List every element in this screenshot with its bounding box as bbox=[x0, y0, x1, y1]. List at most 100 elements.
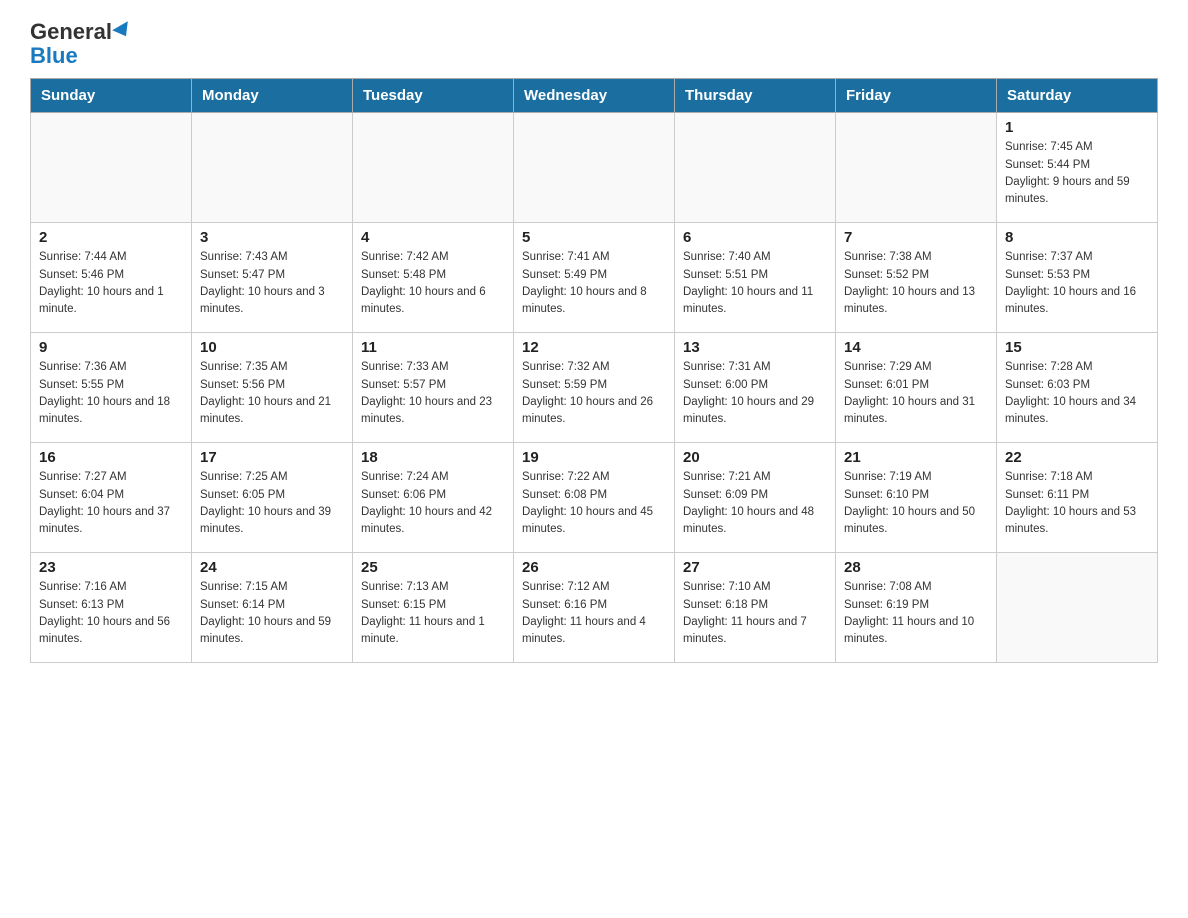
calendar-cell: 2 Sunrise: 7:44 AMSunset: 5:46 PMDaylight… bbox=[31, 223, 192, 333]
header-sunday: Sunday bbox=[31, 79, 192, 113]
day-number: 23 bbox=[39, 559, 183, 576]
day-number: 19 bbox=[522, 449, 666, 466]
header-friday: Friday bbox=[836, 79, 997, 113]
day-info: Sunrise: 7:12 AMSunset: 6:16 PMDaylight:… bbox=[522, 579, 666, 648]
day-number: 4 bbox=[361, 229, 505, 246]
calendar-cell bbox=[192, 113, 353, 223]
day-info: Sunrise: 7:45 AMSunset: 5:44 PMDaylight:… bbox=[1005, 139, 1149, 208]
calendar-cell: 12 Sunrise: 7:32 AMSunset: 5:59 PMDayligh… bbox=[514, 333, 675, 443]
header-tuesday: Tuesday bbox=[353, 79, 514, 113]
day-info: Sunrise: 7:43 AMSunset: 5:47 PMDaylight:… bbox=[200, 249, 344, 318]
week-row-5: 23 Sunrise: 7:16 AMSunset: 6:13 PMDayligh… bbox=[31, 553, 1158, 663]
logo-general: General bbox=[30, 20, 132, 44]
calendar-cell bbox=[31, 113, 192, 223]
day-info: Sunrise: 7:15 AMSunset: 6:14 PMDaylight:… bbox=[200, 579, 344, 648]
week-row-4: 16Sunrise: 7:27 AMSunset: 6:04 PMDayligh… bbox=[31, 443, 1158, 553]
calendar-cell: 27 Sunrise: 7:10 AMSunset: 6:18 PMDayligh… bbox=[675, 553, 836, 663]
day-info: Sunrise: 7:18 AMSunset: 6:11 PMDaylight:… bbox=[1005, 469, 1149, 538]
day-info: Sunrise: 7:40 AMSunset: 5:51 PMDaylight:… bbox=[683, 249, 827, 318]
day-info: Sunrise: 7:24 AMSunset: 6:06 PMDaylight:… bbox=[361, 469, 505, 538]
calendar-cell: 10 Sunrise: 7:35 AMSunset: 5:56 PMDayligh… bbox=[192, 333, 353, 443]
calendar-cell bbox=[675, 113, 836, 223]
calendar-cell: 11 Sunrise: 7:33 AMSunset: 5:57 PMDayligh… bbox=[353, 333, 514, 443]
calendar-cell: 25 Sunrise: 7:13 AMSunset: 6:15 PMDayligh… bbox=[353, 553, 514, 663]
day-info: Sunrise: 7:28 AMSunset: 6:03 PMDaylight:… bbox=[1005, 359, 1149, 428]
calendar-cell: 17 Sunrise: 7:25 AMSunset: 6:05 PMDayligh… bbox=[192, 443, 353, 553]
day-info: Sunrise: 7:44 AMSunset: 5:46 PMDaylight:… bbox=[39, 249, 183, 318]
calendar-cell bbox=[353, 113, 514, 223]
day-number: 27 bbox=[683, 559, 827, 576]
day-info: Sunrise: 7:29 AMSunset: 6:01 PMDaylight:… bbox=[844, 359, 988, 428]
calendar-header-row: SundayMondayTuesdayWednesdayThursdayFrid… bbox=[31, 79, 1158, 113]
calendar-cell: 26 Sunrise: 7:12 AMSunset: 6:16 PMDayligh… bbox=[514, 553, 675, 663]
day-info: Sunrise: 7:42 AMSunset: 5:48 PMDaylight:… bbox=[361, 249, 505, 318]
day-number: 22 bbox=[1005, 449, 1149, 466]
calendar-cell: 4 Sunrise: 7:42 AMSunset: 5:48 PMDaylight… bbox=[353, 223, 514, 333]
calendar-cell: 5 Sunrise: 7:41 AMSunset: 5:49 PMDaylight… bbox=[514, 223, 675, 333]
day-info: Sunrise: 7:10 AMSunset: 6:18 PMDaylight:… bbox=[683, 579, 827, 648]
logo: General Blue bbox=[30, 20, 132, 68]
day-number: 17 bbox=[200, 449, 344, 466]
calendar-cell: 15 Sunrise: 7:28 AMSunset: 6:03 PMDayligh… bbox=[997, 333, 1158, 443]
day-info: Sunrise: 7:25 AMSunset: 6:05 PMDaylight:… bbox=[200, 469, 344, 538]
calendar-cell bbox=[836, 113, 997, 223]
calendar-cell: 3Sunrise: 7:43 AMSunset: 5:47 PMDaylight… bbox=[192, 223, 353, 333]
day-info: Sunrise: 7:31 AMSunset: 6:00 PMDaylight:… bbox=[683, 359, 827, 428]
day-number: 20 bbox=[683, 449, 827, 466]
week-row-2: 2 Sunrise: 7:44 AMSunset: 5:46 PMDaylight… bbox=[31, 223, 1158, 333]
day-number: 28 bbox=[844, 559, 988, 576]
day-number: 16 bbox=[39, 449, 183, 466]
day-number: 12 bbox=[522, 339, 666, 356]
day-number: 9 bbox=[39, 339, 183, 356]
header-monday: Monday bbox=[192, 79, 353, 113]
day-number: 2 bbox=[39, 229, 183, 246]
calendar-cell: 8 Sunrise: 7:37 AMSunset: 5:53 PMDaylight… bbox=[997, 223, 1158, 333]
day-number: 8 bbox=[1005, 229, 1149, 246]
header-thursday: Thursday bbox=[675, 79, 836, 113]
calendar-cell: 9 Sunrise: 7:36 AMSunset: 5:55 PMDaylight… bbox=[31, 333, 192, 443]
calendar-table: SundayMondayTuesdayWednesdayThursdayFrid… bbox=[30, 78, 1158, 663]
day-info: Sunrise: 7:41 AMSunset: 5:49 PMDaylight:… bbox=[522, 249, 666, 318]
calendar-cell: 18 Sunrise: 7:24 AMSunset: 6:06 PMDayligh… bbox=[353, 443, 514, 553]
logo-arrow-icon bbox=[112, 21, 134, 40]
week-row-3: 9 Sunrise: 7:36 AMSunset: 5:55 PMDaylight… bbox=[31, 333, 1158, 443]
day-number: 26 bbox=[522, 559, 666, 576]
day-info: Sunrise: 7:13 AMSunset: 6:15 PMDaylight:… bbox=[361, 579, 505, 648]
day-info: Sunrise: 7:37 AMSunset: 5:53 PMDaylight:… bbox=[1005, 249, 1149, 318]
calendar-cell: 20Sunrise: 7:21 AMSunset: 6:09 PMDayligh… bbox=[675, 443, 836, 553]
header-saturday: Saturday bbox=[997, 79, 1158, 113]
day-number: 5 bbox=[522, 229, 666, 246]
day-number: 7 bbox=[844, 229, 988, 246]
day-info: Sunrise: 7:33 AMSunset: 5:57 PMDaylight:… bbox=[361, 359, 505, 428]
calendar-cell: 7 Sunrise: 7:38 AMSunset: 5:52 PMDaylight… bbox=[836, 223, 997, 333]
day-info: Sunrise: 7:32 AMSunset: 5:59 PMDaylight:… bbox=[522, 359, 666, 428]
day-info: Sunrise: 7:08 AMSunset: 6:19 PMDaylight:… bbox=[844, 579, 988, 648]
day-number: 15 bbox=[1005, 339, 1149, 356]
day-info: Sunrise: 7:22 AMSunset: 6:08 PMDaylight:… bbox=[522, 469, 666, 538]
day-number: 10 bbox=[200, 339, 344, 356]
calendar-cell bbox=[997, 553, 1158, 663]
calendar-cell: 13 Sunrise: 7:31 AMSunset: 6:00 PMDayligh… bbox=[675, 333, 836, 443]
day-number: 13 bbox=[683, 339, 827, 356]
calendar-cell: 19 Sunrise: 7:22 AMSunset: 6:08 PMDayligh… bbox=[514, 443, 675, 553]
calendar-cell: 1 Sunrise: 7:45 AMSunset: 5:44 PMDaylight… bbox=[997, 113, 1158, 223]
calendar-cell: 21 Sunrise: 7:19 AMSunset: 6:10 PMDayligh… bbox=[836, 443, 997, 553]
calendar-cell: 6Sunrise: 7:40 AMSunset: 5:51 PMDaylight… bbox=[675, 223, 836, 333]
week-row-1: 1 Sunrise: 7:45 AMSunset: 5:44 PMDaylight… bbox=[31, 113, 1158, 223]
day-number: 21 bbox=[844, 449, 988, 466]
day-info: Sunrise: 7:35 AMSunset: 5:56 PMDaylight:… bbox=[200, 359, 344, 428]
calendar-cell: 16Sunrise: 7:27 AMSunset: 6:04 PMDayligh… bbox=[31, 443, 192, 553]
day-number: 18 bbox=[361, 449, 505, 466]
day-info: Sunrise: 7:16 AMSunset: 6:13 PMDaylight:… bbox=[39, 579, 183, 648]
day-info: Sunrise: 7:19 AMSunset: 6:10 PMDaylight:… bbox=[844, 469, 988, 538]
day-number: 1 bbox=[1005, 119, 1149, 136]
day-info: Sunrise: 7:38 AMSunset: 5:52 PMDaylight:… bbox=[844, 249, 988, 318]
day-info: Sunrise: 7:36 AMSunset: 5:55 PMDaylight:… bbox=[39, 359, 183, 428]
logo-blue: Blue bbox=[30, 44, 78, 68]
calendar-cell: 14 Sunrise: 7:29 AMSunset: 6:01 PMDayligh… bbox=[836, 333, 997, 443]
day-number: 25 bbox=[361, 559, 505, 576]
page-header: General Blue bbox=[30, 20, 1158, 68]
day-number: 24 bbox=[200, 559, 344, 576]
day-number: 11 bbox=[361, 339, 505, 356]
day-number: 14 bbox=[844, 339, 988, 356]
